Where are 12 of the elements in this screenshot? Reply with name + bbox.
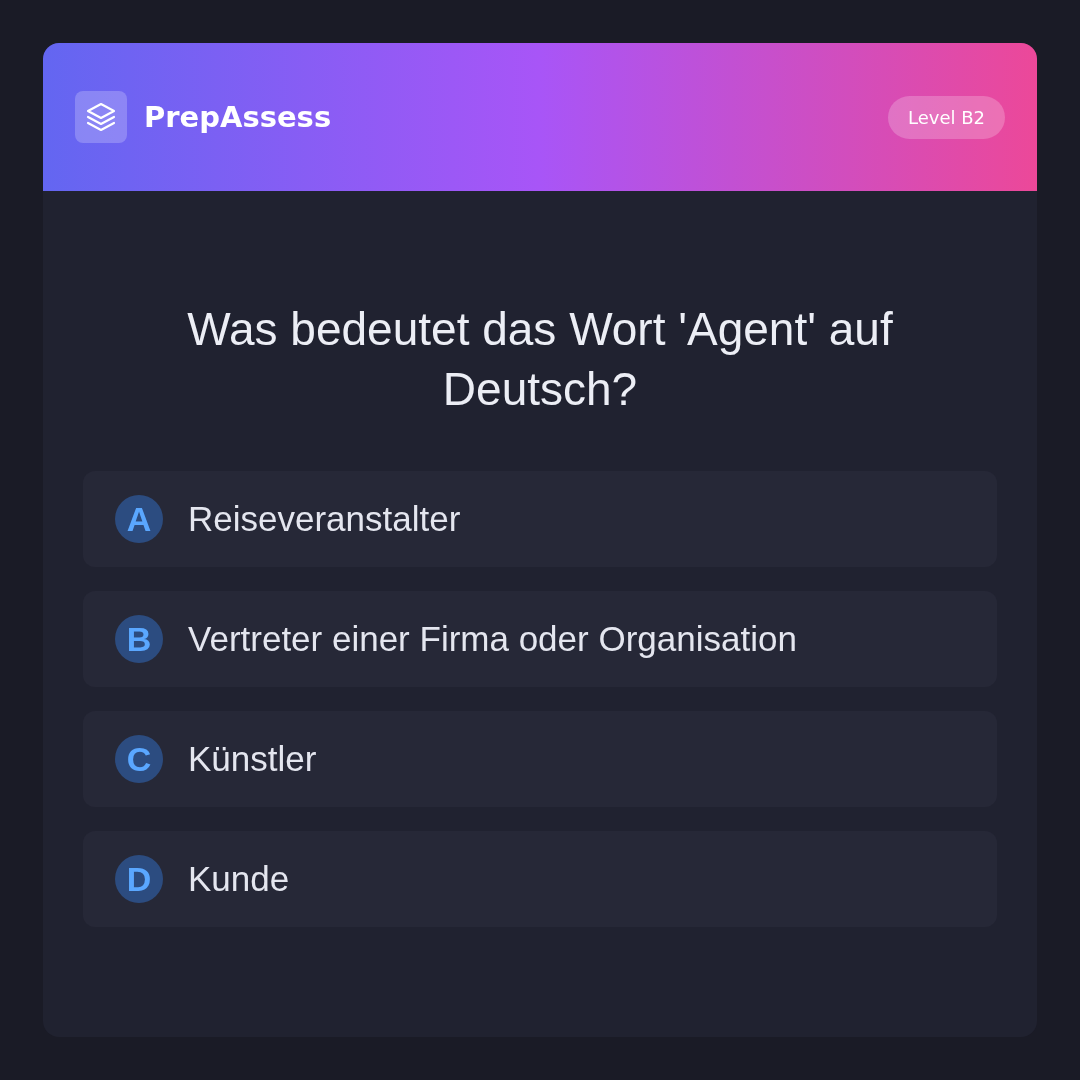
- app-name: PrepAssess: [144, 100, 332, 134]
- question-text: Was bedeutet das Wort 'Agent' auf Deutsch?: [186, 302, 894, 417]
- option-letter: D: [115, 855, 163, 903]
- answer-option[interactable]: A Reiseveranstalter: [83, 471, 997, 567]
- option-letter: A: [115, 495, 163, 543]
- answer-option[interactable]: C Künstler: [83, 711, 997, 807]
- layers-icon: [75, 91, 127, 143]
- answer-option[interactable]: B Vertreter einer Firma oder Organisation: [83, 591, 997, 687]
- answer-option[interactable]: D Kunde: [83, 831, 997, 927]
- option-letter: C: [115, 735, 163, 783]
- option-letter: B: [115, 615, 163, 663]
- level-badge: Level B2: [887, 95, 1005, 139]
